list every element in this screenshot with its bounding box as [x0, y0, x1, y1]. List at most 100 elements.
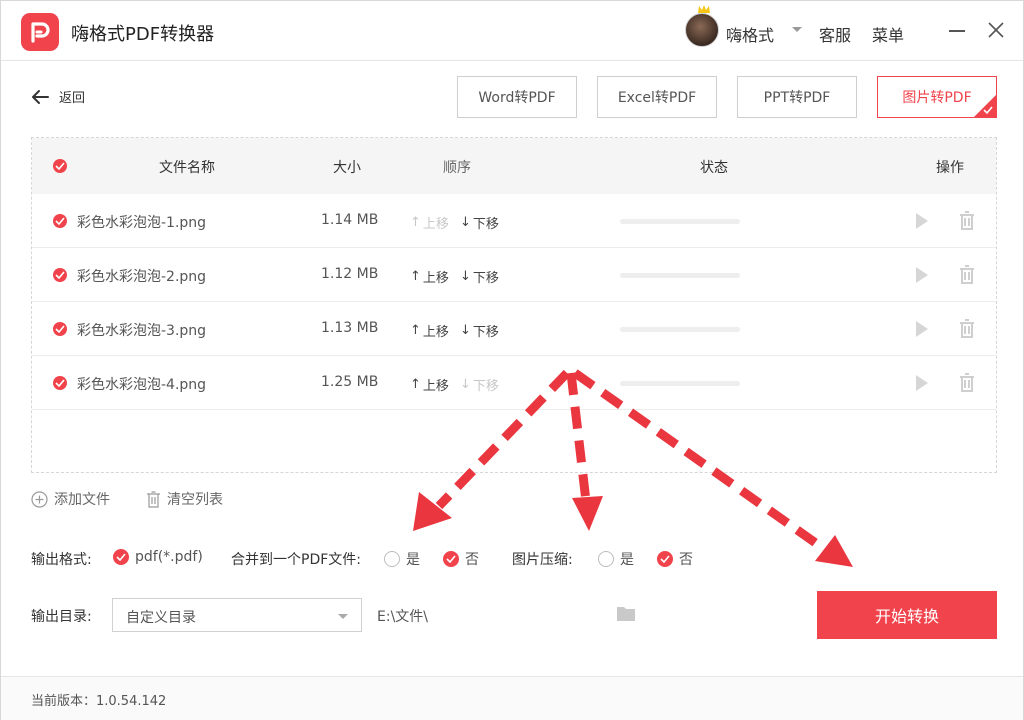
- move-down-button[interactable]: ↓ 下移: [460, 375, 499, 394]
- output-format-label: 输出格式:: [31, 552, 92, 568]
- username[interactable]: 嗨格式: [726, 22, 774, 46]
- row-checkbox[interactable]: [53, 322, 67, 336]
- trash-icon: [147, 490, 160, 508]
- tab-image-to-pdf[interactable]: 图片转PDF: [877, 76, 997, 118]
- arrow-up-icon: ↑: [410, 215, 421, 230]
- crown-icon: [698, 5, 710, 13]
- trash-icon[interactable]: [959, 373, 975, 393]
- column-status: 状态: [700, 160, 728, 176]
- add-file-button[interactable]: 添加文件: [31, 489, 110, 509]
- column-name: 文件名称: [159, 160, 215, 176]
- progress-bar: [620, 327, 740, 332]
- move-down-label: 下移: [472, 271, 499, 286]
- column-actions: 操作: [936, 160, 964, 176]
- table-header: 文件名称 大小 顺序 状态 操作: [32, 138, 996, 194]
- trash-icon[interactable]: [959, 211, 975, 231]
- progress-bar: [620, 273, 740, 278]
- merge-yes-radio[interactable]: 是: [384, 549, 420, 569]
- move-up-button[interactable]: ↑ 上移: [410, 321, 449, 340]
- row-checkbox[interactable]: [53, 268, 67, 282]
- avatar[interactable]: [685, 13, 719, 47]
- arrow-up-icon: ↑: [410, 269, 421, 284]
- progress-bar: [620, 219, 740, 224]
- file-size: 1.12 MB: [321, 266, 379, 282]
- menu-link[interactable]: 菜单: [872, 22, 904, 46]
- column-order: 顺序: [443, 160, 471, 176]
- merge-label: 合并到一个PDF文件:: [231, 552, 361, 568]
- output-dir-label: 输出目录:: [31, 609, 92, 625]
- arrow-up-icon: ↑: [410, 377, 421, 392]
- output-dir-select[interactable]: 自定义目录: [112, 598, 362, 632]
- back-button[interactable]: 返回: [31, 87, 85, 106]
- trash-icon[interactable]: [959, 265, 975, 285]
- compress-yes-radio[interactable]: 是: [598, 549, 634, 569]
- radio-unchecked: [598, 551, 614, 567]
- move-up-label: 上移: [422, 325, 449, 340]
- table-row: 彩色水彩泡泡-1.png 1.14 MB ↑ 上移 ↓ 下移: [32, 194, 996, 248]
- output-format-value: pdf(*.pdf): [135, 549, 203, 565]
- file-size: 1.13 MB: [321, 320, 379, 336]
- app-window: 嗨格式PDF转换器 嗨格式 客服 菜单 返回 Word转PDF Excel转PD…: [0, 0, 1024, 720]
- file-size: 1.14 MB: [321, 212, 379, 228]
- tab-word-to-pdf[interactable]: Word转PDF: [457, 76, 577, 118]
- minimize-icon[interactable]: [949, 30, 965, 32]
- table-row: 彩色水彩泡泡-3.png 1.13 MB ↑ 上移 ↓ 下移: [32, 302, 996, 356]
- output-format-option[interactable]: pdf(*.pdf): [113, 549, 203, 565]
- service-link[interactable]: 客服: [819, 22, 851, 46]
- move-down-button[interactable]: ↓ 下移: [460, 321, 499, 340]
- chevron-down-icon[interactable]: [791, 26, 803, 34]
- start-convert-button[interactable]: 开始转换: [817, 591, 997, 639]
- arrow-down-icon: ↓: [460, 377, 471, 392]
- file-table: 文件名称 大小 顺序 状态 操作 彩色水彩泡泡-1.png 1.14 MB ↑ 上…: [31, 137, 997, 473]
- folder-icon[interactable]: [616, 605, 636, 622]
- row-checkbox[interactable]: [53, 214, 67, 228]
- compress-no-label: 否: [679, 552, 693, 568]
- output-dir-selected: 自定义目录: [126, 610, 196, 626]
- move-up-label: 上移: [422, 379, 449, 394]
- arrow-down-icon: ↓: [460, 269, 471, 284]
- radio-checked: [113, 549, 129, 565]
- move-up-button[interactable]: ↑ 上移: [410, 267, 449, 286]
- play-icon[interactable]: [915, 266, 929, 284]
- arrow-left-icon: [32, 89, 49, 104]
- merge-no-radio[interactable]: 否: [443, 549, 479, 569]
- footer: 当前版本：1.0.54.142: [1, 676, 1023, 720]
- move-up-button[interactable]: ↑ 上移: [410, 213, 449, 232]
- version-text: 当前版本：1.0.54.142: [31, 694, 167, 709]
- tab-label: Word转PDF: [478, 90, 556, 106]
- selected-corner-check-icon: [974, 95, 996, 117]
- chevron-down-icon: [338, 614, 348, 619]
- file-name: 彩色水彩泡泡-2.png: [77, 269, 207, 285]
- move-down-button[interactable]: ↓ 下移: [460, 267, 499, 286]
- compress-label: 图片压缩:: [512, 552, 573, 568]
- select-all-checkbox[interactable]: [53, 159, 67, 173]
- move-down-label: 下移: [472, 217, 499, 232]
- move-up-label: 上移: [422, 271, 449, 286]
- column-size: 大小: [333, 160, 361, 176]
- tab-label: PPT转PDF: [763, 90, 831, 106]
- merge-yes-label: 是: [406, 552, 420, 568]
- add-circle-icon: [31, 490, 48, 508]
- tab-label: 图片转PDF: [902, 90, 972, 106]
- title-bar: 嗨格式PDF转换器 嗨格式 客服 菜单: [1, 1, 1023, 61]
- play-icon[interactable]: [915, 212, 929, 230]
- clear-list-label: 清空列表: [167, 492, 223, 508]
- close-icon[interactable]: [987, 21, 1005, 39]
- app-title: 嗨格式PDF转换器: [71, 24, 215, 45]
- play-icon[interactable]: [915, 320, 929, 338]
- file-name: 彩色水彩泡泡-1.png: [77, 215, 207, 231]
- tab-ppt-to-pdf[interactable]: PPT转PDF: [737, 76, 857, 118]
- move-up-button[interactable]: ↑ 上移: [410, 375, 449, 394]
- radio-unchecked: [384, 551, 400, 567]
- tab-label: Excel转PDF: [617, 90, 697, 106]
- clear-list-button[interactable]: 清空列表: [146, 489, 223, 509]
- row-checkbox[interactable]: [53, 376, 67, 390]
- back-label: 返回: [59, 91, 86, 106]
- compress-yes-label: 是: [620, 552, 634, 568]
- play-icon[interactable]: [915, 374, 929, 392]
- trash-icon[interactable]: [959, 319, 975, 339]
- move-down-button[interactable]: ↓ 下移: [460, 213, 499, 232]
- progress-bar: [620, 381, 740, 386]
- tab-excel-to-pdf[interactable]: Excel转PDF: [597, 76, 717, 118]
- compress-no-radio[interactable]: 否: [657, 549, 693, 569]
